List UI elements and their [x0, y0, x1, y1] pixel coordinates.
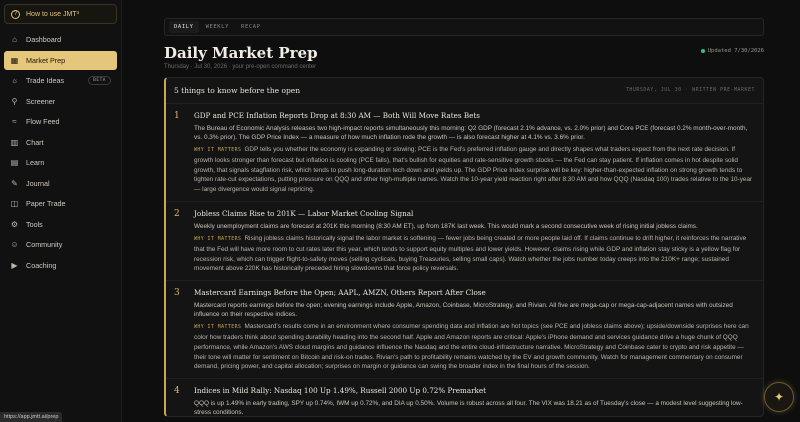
card-meta: THURSDAY, JUL 30 · WRITTEN PRE-MARKET	[625, 88, 755, 93]
things-to-know-card: 5 things to know before the open THURSDA…	[164, 77, 764, 417]
calendar-icon: ▦	[10, 55, 19, 65]
item-title: GDP and PCE Inflation Reports Drop at 8:…	[194, 111, 480, 120]
why-it-matters: WHY IT MATTERS Mastercard's results come …	[194, 322, 753, 372]
sidebar-item-coaching[interactable]: ▶ Coaching	[4, 256, 117, 275]
how-to-label: How to use JMT³	[26, 10, 79, 18]
sidebar-item-label: Market Prep	[26, 55, 66, 65]
home-icon: ⌂	[12, 35, 17, 44]
sidebar-nav: ⌂ Dashboard ▦ Market Prep ☼ Trade Ideas BETA ⚲ S…	[4, 30, 117, 275]
live-dot-icon	[700, 49, 705, 53]
item-body: Jobless Claims Rise to 201K — Labor Mark…	[194, 209, 753, 274]
sidebar: ? How to use JMT³ ⌂ Dashboard ▦ Market Prep…	[0, 0, 122, 422]
updated-indicator: Updated 7/30/2026	[700, 48, 764, 54]
sidebar-item-label: Dashboard	[26, 35, 62, 44]
why-text: Rising jobless claims historically signa…	[194, 234, 747, 273]
help-icon: ?	[11, 9, 20, 19]
item-text: QQQ is up 1.49% in early trading, SPY up…	[194, 400, 743, 417]
sidebar-item-label: Paper Trade	[26, 199, 66, 208]
community-icon: ☺	[10, 240, 19, 249]
sidebar-item-label: Coaching	[26, 260, 57, 270]
sidebar-item-label: Chart	[26, 137, 44, 147]
tools-icon: ⚙	[10, 219, 19, 229]
sidebar-item-label: Community	[26, 240, 63, 249]
sparkle-icon: ✦	[773, 390, 785, 404]
why-label: WHY IT MATTERS	[194, 236, 242, 242]
sidebar-item-community[interactable]: ☺ Community	[4, 235, 117, 254]
item-number: 4	[174, 386, 180, 397]
tab-bar: DAILY WEEKLY RECAP	[164, 18, 764, 36]
learn-icon: ▤	[10, 158, 19, 167]
sidebar-item-label: Journal	[26, 178, 50, 188]
main-content: DAILY WEEKLY RECAP Daily Market Prep Thurs…	[164, 18, 764, 417]
sidebar-item-screener[interactable]: ⚲ Screener	[4, 92, 117, 111]
sidebar-item-label: Screener	[26, 96, 56, 106]
item-number: 3	[174, 288, 180, 299]
journal-icon: ✎	[11, 178, 18, 188]
how-to-use-button[interactable]: ? How to use JMT³	[4, 4, 117, 24]
item-number: 2	[174, 208, 180, 219]
lightbulb-icon: ☼	[10, 76, 19, 85]
updated-label: Updated 7/30/2026	[707, 48, 764, 54]
sidebar-item-paper-trade[interactable]: ◫ Paper Trade	[4, 194, 117, 213]
screener-icon: ⚲	[11, 96, 18, 106]
header: Daily Market Prep Thursday · Jul 30, 202…	[164, 44, 764, 70]
why-label: WHY IT MATTERS	[194, 148, 242, 153]
why-text: GDP tells you whether the economy is exp…	[194, 146, 753, 194]
item-title: Indices in Mild Rally: Nasdaq 100 Up 1.4…	[194, 386, 487, 396]
sidebar-item-label: Tools	[26, 219, 43, 229]
tab-daily[interactable]: DAILY	[169, 21, 199, 33]
status-url: https://app.jmtt.ai/prep	[0, 412, 63, 422]
sidebar-item-label: Trade Ideas	[26, 76, 65, 85]
list-item: 4 Indices in Mild Rally: Nasdaq 100 Up 1.…	[166, 379, 763, 417]
item-body: Indices in Mild Rally: Nasdaq 100 Up 1.4…	[194, 386, 753, 417]
item-text: Weekly unemployment claims are forecast …	[194, 222, 698, 230]
item-title: Jobless Claims Rise to 201K — Labor Mark…	[194, 208, 414, 218]
item-title: Mastercard Earnings Before the Open; AAP…	[194, 288, 486, 298]
item-body: GDP and PCE Inflation Reports Drop at 8:…	[194, 111, 753, 195]
beta-badge: BETA	[88, 76, 111, 85]
why-it-matters: WHY IT MATTERS Rising jobless claims hist…	[194, 234, 753, 274]
sidebar-item-dashboard[interactable]: ⌂ Dashboard	[4, 30, 117, 49]
why-it-matters: WHY IT MATTERS GDP tells you whether the …	[194, 145, 753, 195]
sidebar-item-tools[interactable]: ⚙ Tools	[4, 215, 117, 234]
page-subtitle: Thursday · Jul 30, 2026 · your pre-open …	[164, 64, 317, 70]
sidebar-item-flow-feed[interactable]: ≈ Flow Feed	[4, 112, 117, 131]
item-text: The Bureau of Economic Analysis releases…	[194, 125, 748, 141]
sidebar-item-market-prep[interactable]: ▦ Market Prep	[4, 50, 117, 70]
list-item: 2 Jobless Claims Rise to 201K — Labor Mar…	[166, 202, 763, 282]
why-label: WHY IT MATTERS	[194, 325, 242, 331]
item-number: 1	[174, 111, 180, 121]
card-items: 1 GDP and PCE Inflation Reports Drop at 8…	[166, 104, 763, 417]
sidebar-item-learn[interactable]: ▤ Learn	[4, 153, 117, 172]
video-icon: ▶	[11, 260, 18, 270]
list-item: 1 GDP and PCE Inflation Reports Drop at 8…	[166, 104, 763, 202]
sidebar-item-label: Learn	[26, 158, 45, 167]
assistant-button[interactable]: ✦	[764, 382, 794, 412]
item-body: Mastercard Earnings Before the Open; AAP…	[194, 288, 753, 372]
list-item: 3 Mastercard Earnings Before the Open; AA…	[166, 281, 763, 380]
why-text: Mastercard's results come in an environm…	[194, 323, 749, 371]
flow-icon: ≈	[12, 117, 17, 126]
sidebar-item-journal[interactable]: ✎ Journal	[4, 174, 117, 193]
chart-icon: ▥	[10, 137, 19, 147]
card-header: 5 things to know before the open THURSDA…	[166, 78, 763, 104]
item-text: Mastercard reports earnings before the o…	[194, 302, 733, 319]
tab-weekly[interactable]: WEEKLY	[201, 21, 234, 33]
sidebar-item-trade-ideas[interactable]: ☼ Trade Ideas BETA	[4, 71, 117, 90]
card-title: 5 things to know before the open	[174, 86, 301, 95]
paper-icon: ◫	[10, 199, 19, 208]
tab-recap[interactable]: RECAP	[236, 21, 266, 33]
sidebar-item-chart[interactable]: ▥ Chart	[4, 133, 117, 152]
sidebar-item-label: Flow Feed	[26, 117, 60, 126]
page-title: Daily Market Prep	[164, 44, 318, 62]
